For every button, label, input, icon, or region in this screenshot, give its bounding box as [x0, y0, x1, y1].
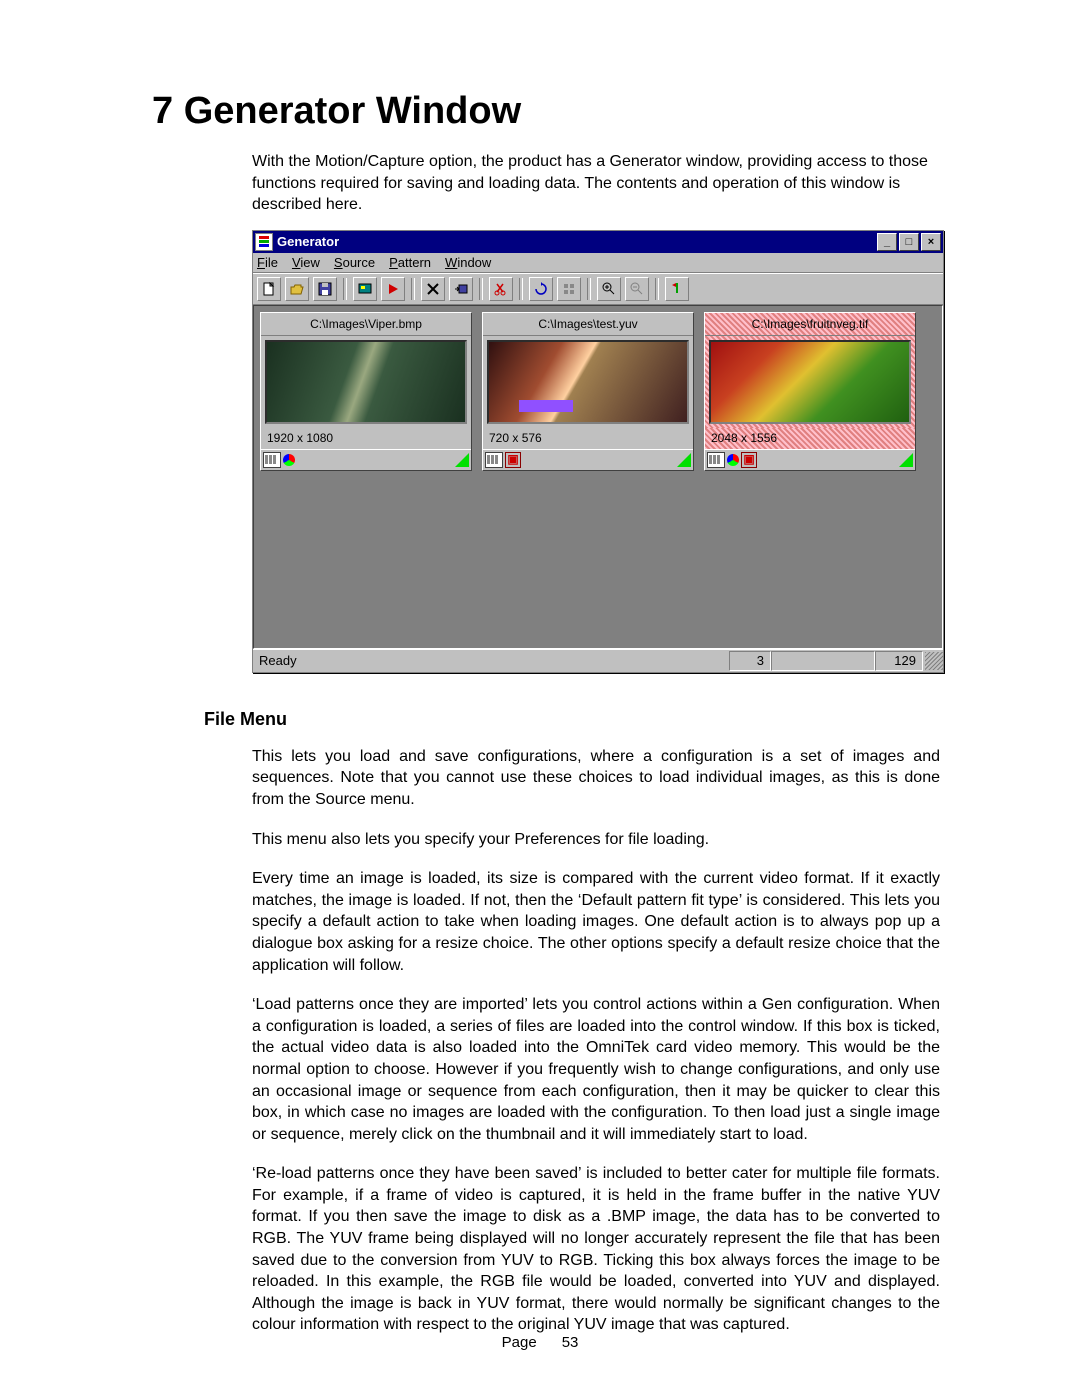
cut-icon[interactable]	[489, 277, 513, 301]
menu-pattern[interactable]: Pattern	[389, 255, 431, 270]
minimize-button[interactable]: _	[877, 233, 897, 251]
error-icon: ▣	[741, 452, 757, 468]
error-icon: ▣	[505, 452, 521, 468]
thumbnail-path: C:\Images\fruitnveg.tif	[705, 313, 915, 336]
saveto-icon[interactable]	[449, 277, 473, 301]
thumbnail-image[interactable]	[265, 340, 467, 424]
colorwheel-icon	[283, 454, 295, 466]
content-area[interactable]: C:\Images\Viper.bmp 1920 x 1080 C:\Image…	[253, 305, 943, 649]
bars-icon	[485, 452, 503, 468]
menu-source[interactable]: Source	[334, 255, 375, 270]
bars-icon	[263, 452, 281, 468]
colorwheel-icon	[727, 454, 739, 466]
status-value-2: 129	[875, 651, 923, 671]
corner-icon	[677, 453, 691, 467]
thumbnail-image[interactable]	[487, 340, 689, 424]
thumbnail-card[interactable]: C:\Images\Viper.bmp 1920 x 1080	[260, 312, 472, 471]
thumbnail-dimensions: 1920 x 1080	[261, 428, 471, 449]
window-title: Generator	[277, 234, 339, 249]
resize-grip-icon[interactable]	[925, 652, 943, 670]
display-icon[interactable]	[353, 277, 377, 301]
thumbnail-path: C:\Images\test.yuv	[483, 313, 693, 336]
paragraph: Every time an image is loaded, its size …	[252, 868, 940, 976]
delete-icon[interactable]	[421, 277, 445, 301]
thumbnail-path: C:\Images\Viper.bmp	[261, 313, 471, 336]
thumbnail-dimensions: 2048 x 1556	[705, 428, 915, 449]
zoom-out-icon[interactable]	[625, 277, 649, 301]
refresh-icon[interactable]	[529, 277, 553, 301]
thumbnail-image[interactable]	[709, 340, 911, 424]
bars-icon	[707, 452, 725, 468]
status-value-1: 3	[729, 651, 771, 671]
menu-window[interactable]: Window	[445, 255, 491, 270]
thumbnail-card-selected[interactable]: C:\Images\fruitnveg.tif 2048 x 1556 ▣	[704, 312, 916, 471]
menu-file[interactable]: File	[257, 255, 278, 270]
intro-text: With the Motion/Capture option, the prod…	[252, 151, 940, 216]
statusbar: Ready 3 129	[253, 649, 943, 672]
corner-icon	[455, 453, 469, 467]
status-text: Ready	[253, 653, 729, 668]
paragraph: ‘Re-load patterns once they have been sa…	[252, 1163, 940, 1336]
toolbar	[253, 273, 943, 305]
maximize-button[interactable]: □	[899, 233, 919, 251]
align-icon[interactable]	[557, 277, 581, 301]
page-footer: Page 53	[0, 1334, 1080, 1351]
open-icon[interactable]	[285, 277, 309, 301]
paragraph: ‘Load patterns once they are imported’ l…	[252, 994, 940, 1145]
marker-icon[interactable]	[665, 277, 689, 301]
app-icon	[255, 233, 273, 251]
page-title: 7 Generator Window	[152, 90, 940, 133]
corner-icon	[899, 453, 913, 467]
thumbnail-dimensions: 720 x 576	[483, 428, 693, 449]
paragraph: This lets you load and save configuratio…	[252, 746, 940, 811]
section-heading: File Menu	[204, 709, 940, 730]
thumbnail-card[interactable]: C:\Images\test.yuv 720 x 576 ▣	[482, 312, 694, 471]
close-button[interactable]: ×	[921, 233, 941, 251]
generator-window: Generator _ □ × File View Source Pattern…	[252, 230, 944, 673]
menubar: File View Source Pattern Window	[253, 253, 943, 273]
play-icon[interactable]	[381, 277, 405, 301]
new-icon[interactable]	[257, 277, 281, 301]
paragraph: This menu also lets you specify your Pre…	[252, 829, 940, 851]
menu-view[interactable]: View	[292, 255, 320, 270]
save-icon[interactable]	[313, 277, 337, 301]
zoom-in-icon[interactable]	[597, 277, 621, 301]
titlebar[interactable]: Generator _ □ ×	[253, 231, 943, 253]
